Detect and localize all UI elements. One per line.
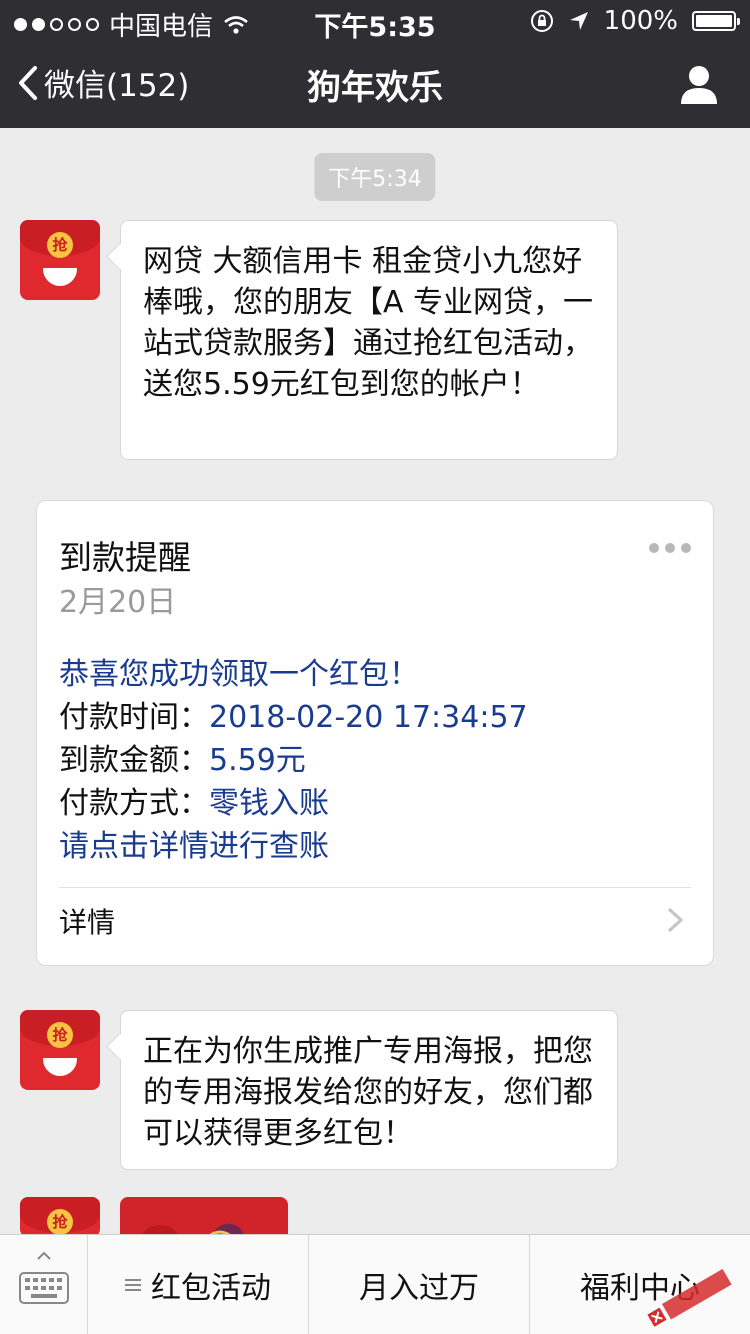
red-envelope-avatar[interactable]: 抢 <box>20 1197 100 1237</box>
envelope-glyph: 抢 <box>47 1209 73 1235</box>
menu-item-income[interactable]: 月入过万 <box>309 1235 530 1334</box>
card-row-payment-time: 付款时间：2018-02-20 17:34:57 <box>59 700 528 735</box>
more-options-icon[interactable] <box>649 543 691 553</box>
card-date: 2月20日 <box>59 585 177 620</box>
navigation-bar: 微信(152) 狗年欢乐 <box>0 40 750 128</box>
card-row-amount: 到款金额：5.59元 <box>59 743 306 778</box>
menu-list-icon <box>125 1279 141 1291</box>
chat-title: 狗年欢乐 <box>307 68 443 108</box>
envelope-glyph: 抢 <box>47 232 73 258</box>
card-greeting: 恭喜您成功领取一个红包！ <box>59 657 419 692</box>
message-text: 网贷 大额信用卡 租金贷小九您好棒哦，您的朋友【A 专业网贷，一站式贷款服务】通… <box>143 244 594 402</box>
profile-icon[interactable] <box>680 64 718 104</box>
red-envelope-avatar[interactable]: 抢 <box>20 220 100 300</box>
message-bubble[interactable]: 网贷 大额信用卡 租金贷小九您好棒哦，您的朋友【A 专业网贷，一站式贷款服务】通… <box>120 220 618 460</box>
status-bar: 中国电信 下午5:35 100% <box>0 0 750 43</box>
top-bar: 中国电信 下午5:35 100% 微信(152) 狗年欢乐 <box>0 0 750 128</box>
keyboard-icon <box>19 1251 69 1304</box>
location-arrow-icon <box>569 12 588 30</box>
message-bubble[interactable]: 正在为你生成推广专用海报，把您的专用海报发给您的好友，您们都可以获得更多红包！ <box>120 1010 618 1170</box>
red-envelope-avatar[interactable]: 抢 <box>20 1010 100 1090</box>
menu-item-label: 红包活动 <box>151 1271 271 1306</box>
card-divider <box>59 887 691 888</box>
check-account-link[interactable]: 请点击详情进行查账 <box>59 825 528 868</box>
card-title: 到款提醒 <box>59 538 191 577</box>
menu-item-label: 月入过万 <box>359 1271 479 1306</box>
battery-percentage: 100% <box>603 6 678 36</box>
battery-icon <box>692 11 740 31</box>
community-watermark-logo <box>647 1268 732 1327</box>
keyboard-toggle-button[interactable] <box>0 1235 88 1334</box>
menu-item-red-packet[interactable]: 红包活动 <box>88 1235 309 1334</box>
rotation-lock-icon <box>530 10 553 32</box>
card-row-method: 付款方式：零钱入账 <box>59 786 329 821</box>
message-timestamp: 下午5:34 <box>314 153 436 201</box>
payment-notification-card[interactable]: 到款提醒 2月20日 恭喜您成功领取一个红包！ 付款时间：2018-02-20 … <box>36 500 714 966</box>
message-text: 正在为你生成推广专用海报，把您的专用海报发给您的好友，您们都可以获得更多红包！ <box>143 1034 593 1151</box>
envelope-glyph: 抢 <box>47 1022 73 1048</box>
card-body: 恭喜您成功领取一个红包！ 付款时间：2018-02-20 17:34:57 到款… <box>59 653 528 868</box>
card-detail-link[interactable]: 详情 <box>59 901 115 941</box>
chevron-right-icon <box>667 907 684 933</box>
